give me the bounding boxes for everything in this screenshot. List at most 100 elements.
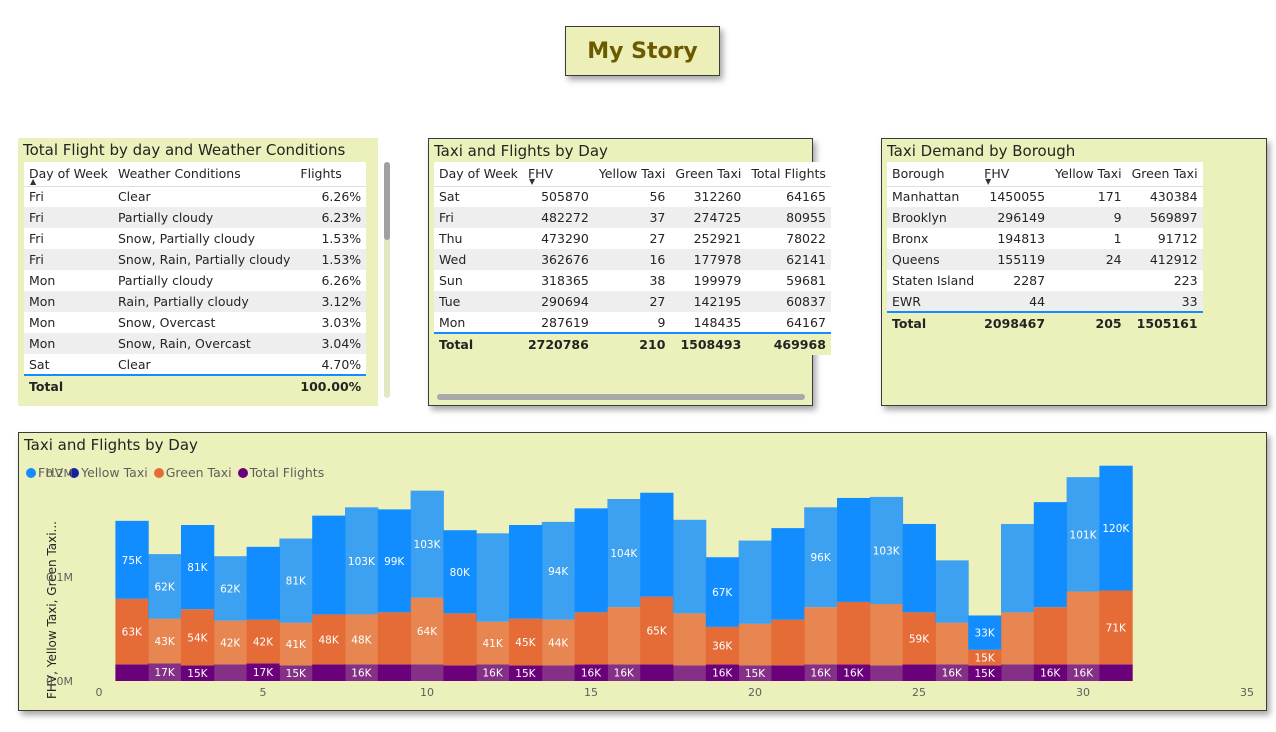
bar-green-taxi[interactable] xyxy=(738,623,772,666)
table-row[interactable]: Fri Clear 6.26% xyxy=(24,186,367,207)
col-header-total-flights[interactable]: Total Flights xyxy=(746,162,831,187)
table-row[interactable]: Brooklyn 296149 9 569897 xyxy=(887,207,1203,228)
col-header-fhv[interactable]: FHV xyxy=(979,162,1051,187)
bar-green-taxi[interactable] xyxy=(673,613,707,666)
bar-green-taxi[interactable] xyxy=(771,619,805,666)
bar-fhv[interactable] xyxy=(246,546,280,620)
table-row[interactable]: Mon Rain, Partially cloudy 3.12% xyxy=(24,291,367,312)
table-row[interactable]: Mon 287619 9 148435 64167 xyxy=(434,312,831,333)
table-row[interactable]: Sat 505870 56 312260 64165 xyxy=(434,186,831,207)
bar-fhv[interactable] xyxy=(673,519,707,614)
bar-total-flights[interactable] xyxy=(115,664,149,681)
weather-total-row: Total 100.00% xyxy=(24,374,367,397)
table-row[interactable]: Mon Snow, Rain, Overcast 3.04% xyxy=(24,333,367,354)
bar-fhv[interactable] xyxy=(935,560,969,623)
bar-total-flights[interactable] xyxy=(410,664,444,681)
table-row[interactable]: Manhattan 1450055 171 430384 xyxy=(887,186,1203,207)
bar-fhv[interactable] xyxy=(902,523,936,613)
table-row[interactable]: Thu 473290 27 252921 78022 xyxy=(434,228,831,249)
bar-green-taxi[interactable] xyxy=(935,622,969,665)
cell-yellow: 171 xyxy=(1050,186,1127,207)
data-label: 16K xyxy=(614,668,635,680)
day-table-scrollbar[interactable] xyxy=(437,394,805,400)
bar-green-taxi[interactable] xyxy=(837,601,871,665)
table-row[interactable]: EWR 44 33 xyxy=(887,291,1203,312)
col-header-borough[interactable]: Borough xyxy=(887,162,980,187)
bar-fhv[interactable] xyxy=(771,528,805,620)
bar-fhv[interactable] xyxy=(1001,523,1035,613)
bar-total-flights[interactable] xyxy=(443,665,477,681)
bar-total-flights[interactable] xyxy=(771,665,805,681)
data-label: 75K xyxy=(122,555,143,567)
col-header-day[interactable]: Day of Week xyxy=(434,162,523,187)
table-row[interactable]: Fri Partially cloudy 6.23% xyxy=(24,207,367,228)
bar-fhv[interactable] xyxy=(738,540,772,624)
bar-fhv[interactable] xyxy=(312,515,346,615)
x-tick-label: 20 xyxy=(748,686,762,699)
bar-total-flights[interactable] xyxy=(213,664,248,681)
scrollbar-thumb[interactable] xyxy=(384,162,390,240)
bar-green-taxi[interactable] xyxy=(377,612,412,665)
table-row[interactable]: Sat Clear 4.70% xyxy=(24,354,367,375)
cell-day: Thu xyxy=(434,228,523,249)
table-row[interactable]: Fri 482272 37 274725 80955 xyxy=(434,207,831,228)
table-row[interactable]: Mon Partially cloudy 6.26% xyxy=(24,270,367,291)
bar-total-flights[interactable] xyxy=(673,665,707,681)
col-header-flights[interactable]: Flights xyxy=(295,162,367,187)
data-label: 54K xyxy=(187,632,208,644)
col-header-green[interactable]: Green Taxi xyxy=(1126,162,1203,187)
bar-total-flights[interactable] xyxy=(377,664,412,681)
bar-green-taxi[interactable] xyxy=(574,612,608,665)
table-row[interactable]: Staten Island 2287 223 xyxy=(887,270,1203,291)
cell-green: 142195 xyxy=(670,291,747,312)
col-header-weather[interactable]: Weather Conditions xyxy=(112,162,296,187)
bar-total-flights[interactable] xyxy=(1099,664,1133,681)
bar-total-flights[interactable] xyxy=(640,664,674,681)
cell-flights: 3.12% xyxy=(295,291,367,312)
cell-flights: 6.23% xyxy=(295,207,367,228)
bar-green-taxi[interactable] xyxy=(804,607,838,665)
bar-fhv[interactable] xyxy=(1033,502,1068,608)
weather-table-scrollbar[interactable] xyxy=(384,162,390,398)
bar-fhv[interactable] xyxy=(476,533,510,622)
bar-green-taxi[interactable] xyxy=(1033,607,1068,665)
bar-fhv[interactable] xyxy=(640,492,674,597)
bar-total-flights[interactable] xyxy=(902,664,936,681)
data-label: 62K xyxy=(220,583,241,595)
cell-weather: Snow, Overcast xyxy=(112,312,296,333)
table-row[interactable]: Fri Snow, Partially cloudy 1.53% xyxy=(24,228,367,249)
bar-green-taxi[interactable] xyxy=(1066,591,1100,665)
col-header-day[interactable]: Day of Week xyxy=(24,162,113,187)
col-header-yellow[interactable]: Yellow Taxi xyxy=(593,162,671,187)
cell-weather: Rain, Partially cloudy xyxy=(112,291,296,312)
bar-total-flights[interactable] xyxy=(312,664,346,681)
data-label: 62K xyxy=(154,581,175,593)
bar-total-flights[interactable] xyxy=(541,665,576,681)
table-row[interactable]: Mon Snow, Overcast 3.03% xyxy=(24,312,367,333)
table-row[interactable]: Tue 290694 27 142195 60837 xyxy=(434,291,831,312)
bar-fhv[interactable] xyxy=(509,524,543,619)
bar-green-taxi[interactable] xyxy=(607,607,641,665)
bar-green-taxi[interactable] xyxy=(443,613,477,666)
bar-total-flights[interactable] xyxy=(1001,664,1035,681)
col-header-yellow[interactable]: Yellow Taxi xyxy=(1050,162,1127,187)
table-row[interactable]: Sun 318365 38 199979 59681 xyxy=(434,270,831,291)
data-label: 42K xyxy=(253,636,274,648)
table-row[interactable]: Queens 155119 24 412912 xyxy=(887,249,1203,270)
cell-green: 177978 xyxy=(670,249,747,270)
bar-green-taxi[interactable] xyxy=(869,604,904,666)
table-row[interactable]: Fri Snow, Rain, Partially cloudy 1.53% xyxy=(24,249,367,270)
data-label: 15K xyxy=(187,668,208,680)
cell-day: Mon xyxy=(434,312,523,333)
bar-fhv[interactable] xyxy=(574,508,608,613)
cell-day: Sat xyxy=(434,186,523,207)
table-row[interactable]: Bronx 194813 1 91712 xyxy=(887,228,1203,249)
data-label: 16K xyxy=(942,668,963,680)
bar-fhv[interactable] xyxy=(837,497,871,602)
table-row[interactable]: Wed 362676 16 177978 62141 xyxy=(434,249,831,270)
cell-yellow xyxy=(1050,270,1127,291)
bar-green-taxi[interactable] xyxy=(1001,612,1035,665)
col-header-green[interactable]: Green Taxi xyxy=(670,162,747,187)
bar-total-flights[interactable] xyxy=(869,665,904,681)
col-header-fhv[interactable]: FHV xyxy=(522,162,594,187)
